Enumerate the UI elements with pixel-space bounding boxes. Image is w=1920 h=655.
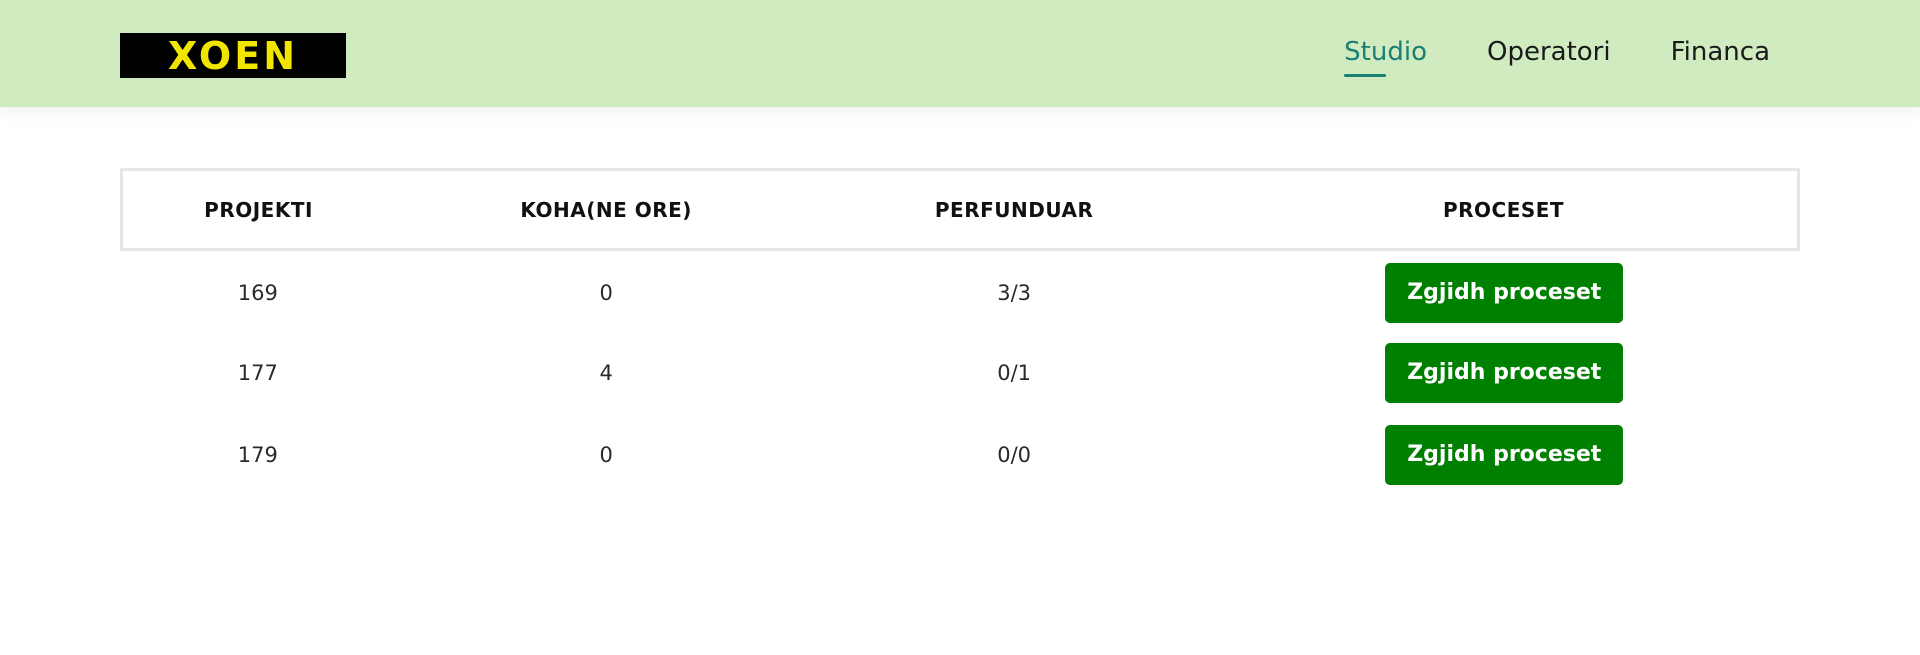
cell-perfunduar: 0/1: [997, 360, 1031, 385]
cell-proceset: Zgjidh proceset: [1210, 332, 1798, 414]
nav-link-studio[interactable]: Studio: [1344, 37, 1427, 77]
cell-projekti: 169: [237, 281, 278, 306]
column-header-proceset: PROCESET: [1210, 168, 1801, 251]
projects-table-container: PROJEKTI KOHA(NE ORE) PERFUNDUAR PROCESE…: [120, 168, 1801, 496]
cell-koha: 4: [599, 360, 613, 385]
select-processes-button[interactable]: Zgjidh proceset: [1385, 424, 1624, 485]
cell-proceset: Zgjidh proceset: [1210, 250, 1798, 332]
brand-logo[interactable]: XOEN: [120, 33, 346, 78]
top-header: XOEN Studio Operatori Financa: [0, 0, 1920, 107]
cell-koha: 0: [599, 442, 613, 467]
select-processes-button[interactable]: Zgjidh proceset: [1385, 263, 1624, 324]
table-row: 179 0 0/0 Zgjidh proceset: [122, 414, 1799, 496]
column-header-koha: KOHA(NE ORE): [394, 168, 819, 251]
cell-koha: 0: [599, 281, 613, 306]
cell-projekti: 179: [237, 442, 278, 467]
projects-table: PROJEKTI KOHA(NE ORE) PERFUNDUAR PROCESE…: [120, 168, 1801, 496]
column-header-projekti: PROJEKTI: [120, 168, 395, 251]
table-header: PROJEKTI KOHA(NE ORE) PERFUNDUAR PROCESE…: [120, 168, 1801, 251]
table-header-row: PROJEKTI KOHA(NE ORE) PERFUNDUAR PROCESE…: [120, 168, 1801, 251]
main-nav: Studio Operatori Financa: [1284, 0, 1770, 107]
brand-logo-text: XOEN: [167, 33, 298, 78]
nav-link-financa[interactable]: Financa: [1671, 37, 1770, 71]
table-row: 177 4 0/1 Zgjidh proceset: [122, 332, 1799, 414]
cell-perfunduar: 0/0: [997, 442, 1031, 467]
column-header-perfunduar: PERFUNDUAR: [818, 168, 1211, 251]
select-processes-button[interactable]: Zgjidh proceset: [1385, 342, 1624, 403]
cell-projekti: 177: [237, 360, 278, 385]
cell-perfunduar: 3/3: [997, 281, 1031, 306]
cell-proceset: Zgjidh proceset: [1210, 414, 1798, 496]
nav-link-operatori[interactable]: Operatori: [1487, 37, 1611, 71]
table-row: 169 0 3/3 Zgjidh proceset: [122, 250, 1799, 332]
table-body: 169 0 3/3 Zgjidh proceset 177 4 0/1 Zgji…: [122, 250, 1799, 496]
